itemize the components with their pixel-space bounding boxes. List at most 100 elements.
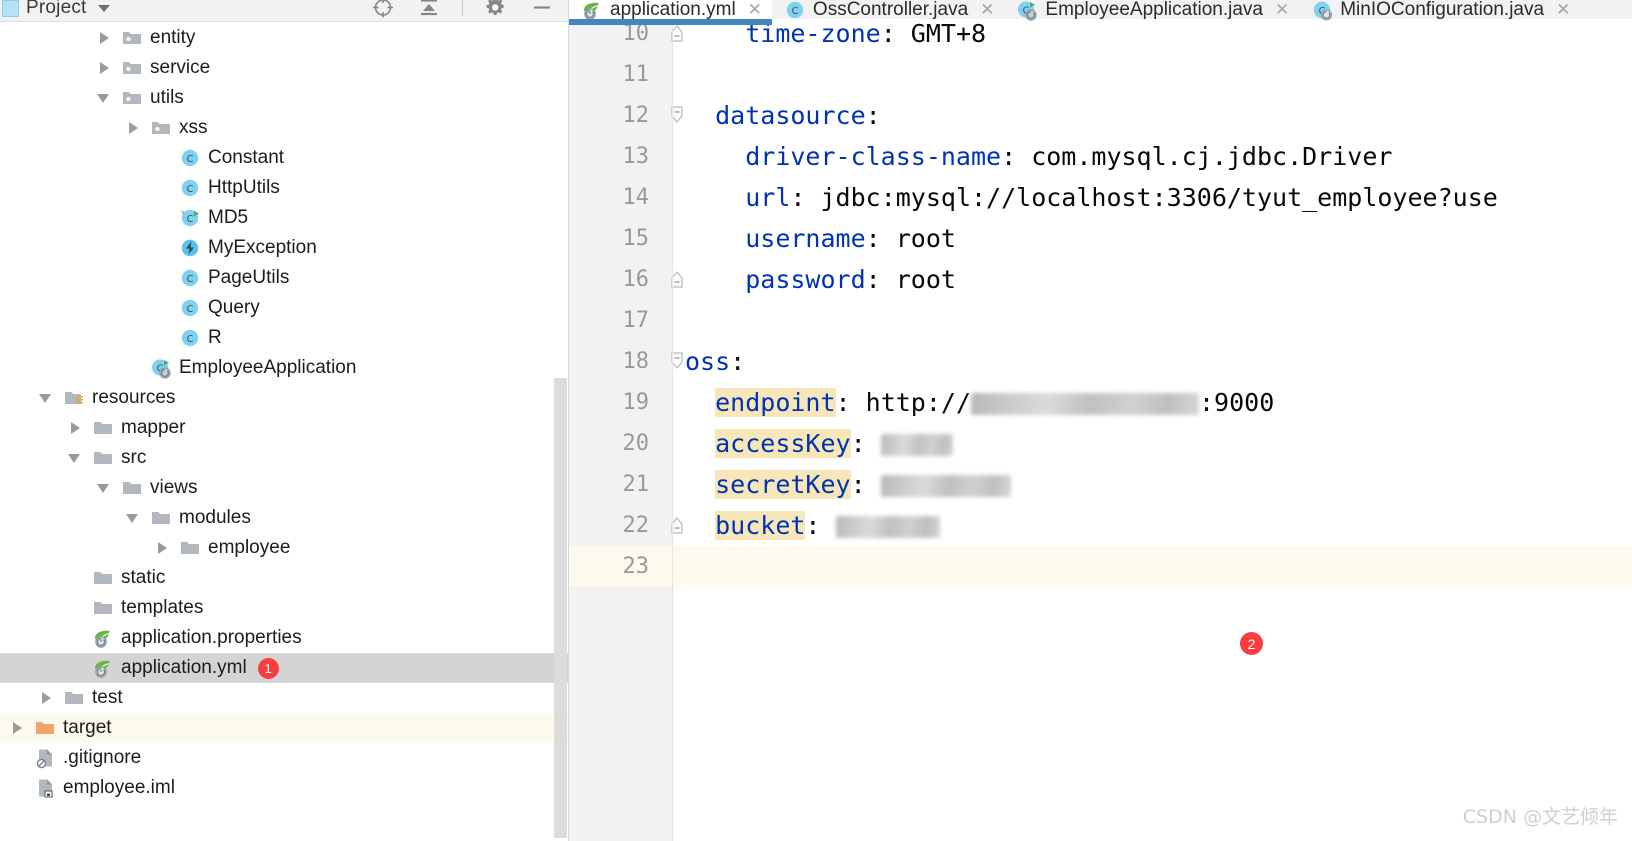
chevron-right-icon[interactable] (97, 31, 111, 45)
line-number: 14 (622, 185, 650, 210)
tree-row-label: application.properties (121, 627, 302, 648)
code-line[interactable]: oss: (685, 341, 745, 382)
tree-row-md5[interactable]: C MD5 (0, 203, 569, 233)
tree-row-label: service (150, 57, 211, 78)
chevron-right-icon[interactable] (39, 691, 53, 705)
tree-row-label: views (150, 477, 198, 498)
editor-code[interactable]: time-zone: GMT+8 datasource: driver-clas… (673, 19, 1632, 841)
toolbar-separator (462, 0, 463, 16)
java-class-icon: C (181, 179, 199, 197)
tree-row-test[interactable]: test (0, 683, 569, 713)
tree-row-r[interactable]: CR (0, 323, 569, 353)
tree-row-target[interactable]: target (0, 713, 569, 743)
gitignore-file-icon (36, 749, 52, 769)
yaml-key: driver-class-name (745, 142, 1002, 171)
chevron-down-icon[interactable] (97, 481, 111, 495)
tree-row-views[interactable]: views (0, 473, 569, 503)
settings-gear-icon[interactable] (483, 0, 509, 20)
redacted-value (835, 516, 940, 538)
tree-row-entity[interactable]: entity (0, 23, 569, 53)
svg-text:C: C (187, 334, 194, 345)
collapse-all-icon[interactable] (416, 0, 442, 20)
folder-icon (152, 512, 170, 524)
editor-tab-label: MinIOConfiguration.java (1340, 0, 1545, 20)
tree-row-pageutils[interactable]: C PageUtils (0, 263, 569, 293)
yaml-separator: : (850, 470, 881, 499)
close-icon[interactable]: ✕ (1275, 0, 1289, 20)
spring-boot-class-icon: C (152, 359, 171, 379)
chevron-right-icon[interactable] (68, 421, 82, 435)
folder-icon (123, 482, 141, 494)
editor-gutter[interactable]: 10 11 12 13 14 15 16 17 18 19 20 21 22 23 (569, 21, 683, 841)
code-line[interactable]: accessKey: (685, 423, 953, 464)
tree-row-query[interactable]: C Query (0, 293, 569, 323)
tree-row-xss[interactable]: xss (0, 113, 569, 143)
chevron-right-icon[interactable] (126, 121, 140, 135)
project-scrollbar-track[interactable] (554, 23, 568, 841)
tree-row-service[interactable]: service (0, 53, 569, 83)
tree-row-constant[interactable]: C Constant (0, 143, 569, 173)
chevron-down-icon[interactable] (126, 511, 140, 525)
minimize-icon[interactable] (529, 0, 555, 20)
tree-row-gitignore[interactable]: .gitignore (0, 743, 569, 773)
editor-tab-minioconfiguration-java[interactable]: C MinIOConfiguration.java ✕ (1299, 0, 1580, 21)
tree-row-src[interactable]: src (0, 443, 569, 473)
yaml-separator: : (835, 388, 866, 417)
folder-icon (94, 602, 112, 614)
yaml-key: password (745, 265, 866, 294)
tree-row-employeeapplication[interactable]: C EmployeeApplication (0, 353, 569, 383)
tree-row-label: employee.iml (63, 777, 175, 798)
code-line[interactable]: url: jdbc:mysql://localhost:3306/tyut_em… (685, 177, 1498, 218)
editor-tab-employeeapplication-java[interactable]: C EmployeeApplication.java ✕ (1004, 0, 1299, 21)
tree-row-templates[interactable]: templates (0, 593, 569, 623)
annotation-badge: 2 (1240, 632, 1263, 655)
tree-row-httputils[interactable]: C HttpUtils (0, 173, 569, 203)
tree-row-application-properties[interactable]: application.properties (0, 623, 569, 653)
project-title-group[interactable]: Project (0, 0, 110, 22)
code-line[interactable]: datasource: (685, 95, 881, 136)
close-icon[interactable]: ✕ (1556, 0, 1570, 20)
code-line[interactable]: endpoint: http://:9000 (685, 382, 1274, 423)
yaml-separator: : (865, 224, 896, 253)
tree-row-resources[interactable]: resources (0, 383, 569, 413)
code-line[interactable]: username: root (685, 218, 956, 259)
tree-row-label: .gitignore (63, 747, 142, 768)
chevron-down-icon[interactable] (39, 391, 53, 405)
tree-row-employee-iml[interactable]: employee.iml (0, 773, 569, 803)
chevron-down-icon[interactable] (97, 4, 110, 12)
yaml-key: username (745, 224, 866, 253)
code-line[interactable]: driver-class-name: com.mysql.cj.jdbc.Dri… (685, 136, 1392, 177)
chevron-down-icon[interactable] (97, 91, 111, 105)
yaml-value: root (895, 224, 956, 253)
folder-icon (94, 572, 112, 584)
tree-row-modules[interactable]: modules (0, 503, 569, 533)
tree-row-myexception[interactable]: MyException (0, 233, 569, 263)
chevron-right-icon[interactable] (155, 541, 169, 555)
tree-row-application-yml[interactable]: application.yml 1 (0, 653, 569, 683)
folder-package-icon (123, 92, 141, 104)
chevron-down-icon[interactable] (68, 451, 82, 465)
code-line[interactable]: password: root (685, 259, 956, 300)
spring-config-bean-icon: C (1314, 1, 1333, 21)
idea-window: Project entity service utils xss C Const… (0, 0, 1632, 841)
yaml-key: oss (685, 347, 731, 376)
code-line[interactable]: bucket: (685, 505, 940, 546)
locate-icon[interactable] (370, 0, 396, 20)
tree-row-static[interactable]: static (0, 563, 569, 593)
chevron-right-icon[interactable] (10, 721, 24, 735)
chevron-right-icon[interactable] (97, 61, 111, 75)
tree-row-utils[interactable]: utils (0, 83, 569, 113)
tree-row-label: HttpUtils (208, 177, 280, 198)
project-tree[interactable]: entity service utils xss C Constant C HttpUtils… (0, 23, 569, 841)
project-scrollbar-thumb[interactable] (554, 378, 567, 838)
yaml-separator: : (865, 265, 896, 294)
tree-row-mapper[interactable]: mapper (0, 413, 569, 443)
redacted-value (880, 434, 953, 456)
tree-row-employee[interactable]: employee (0, 533, 569, 563)
code-line[interactable]: secretKey: (685, 464, 1011, 505)
